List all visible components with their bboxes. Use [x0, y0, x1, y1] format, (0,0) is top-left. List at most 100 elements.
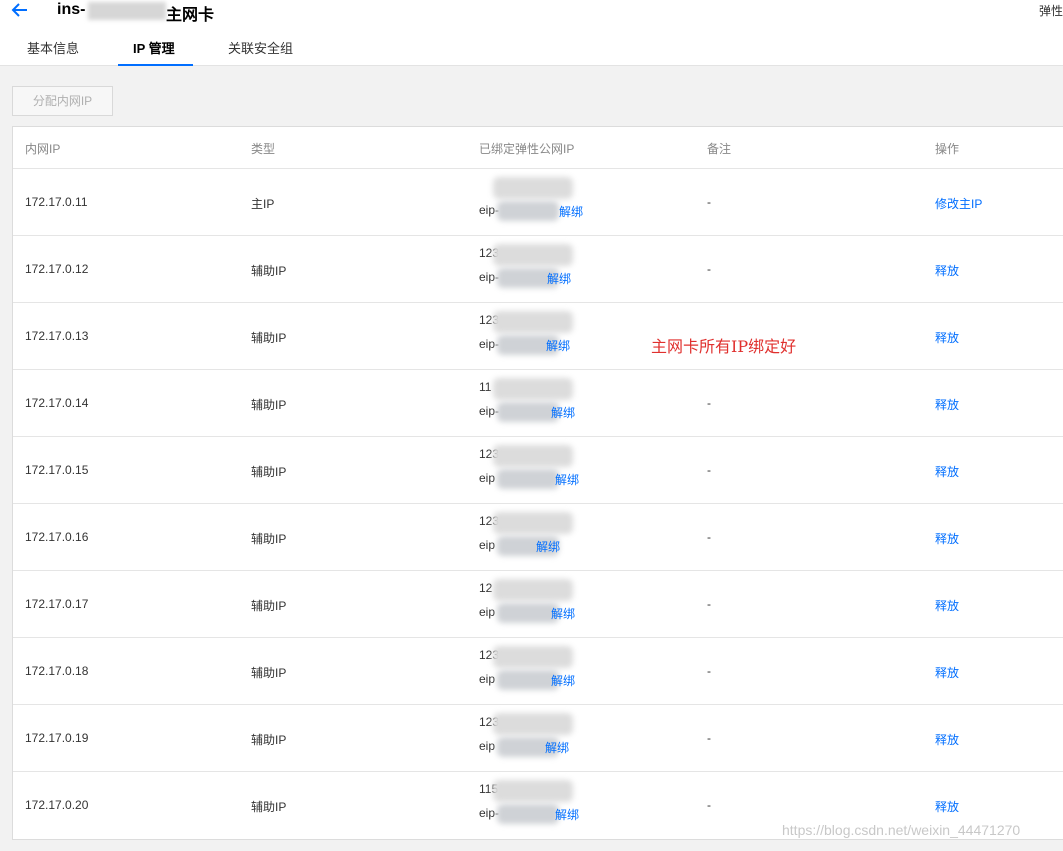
- note: -: [707, 463, 711, 477]
- ip-type: 辅助IP: [251, 733, 287, 747]
- header-action: 操作: [935, 142, 960, 156]
- ip-type: 辅助IP: [251, 532, 287, 546]
- note: -: [707, 597, 711, 611]
- page-title-suffix: 主网卡: [166, 7, 215, 24]
- ip-type: 辅助IP: [251, 666, 287, 680]
- private-ip: 172.17.0.15: [25, 463, 89, 477]
- eip-id: eip-: [479, 270, 500, 284]
- modify-primary-ip-link[interactable]: 修改主IP: [935, 195, 982, 212]
- eip-id: eip: [479, 672, 496, 686]
- bound-eip-cell: 123 eip- 解绑: [479, 311, 609, 361]
- unbind-link[interactable]: 解绑: [547, 270, 571, 287]
- release-link[interactable]: 释放: [935, 530, 959, 547]
- private-ip: 172.17.0.17: [25, 597, 89, 611]
- release-link[interactable]: 释放: [935, 597, 959, 614]
- eip-redaction: [493, 244, 573, 266]
- back-arrow-icon[interactable]: [10, 2, 28, 18]
- bound-eip-cell: 123 eip 解绑: [479, 713, 609, 763]
- private-ip: 172.17.0.11: [25, 195, 88, 209]
- eip-id-redaction: [497, 469, 559, 489]
- table-row: 172.17.0.16 辅助IP 123 eip 解绑 - 释放: [13, 504, 1063, 571]
- table-row: 172.17.0.14 辅助IP 11 eip- 解绑 - 释放: [13, 370, 1063, 437]
- bound-eip-cell: 115 eip- 解绑: [479, 780, 609, 830]
- release-link[interactable]: 释放: [935, 262, 959, 279]
- eip-id: eip: [479, 605, 496, 619]
- note: -: [707, 396, 711, 410]
- unbind-link[interactable]: 解绑: [536, 538, 560, 555]
- unbind-link[interactable]: 解绑: [551, 404, 575, 421]
- private-ip: 172.17.0.20: [25, 798, 89, 812]
- eip-id-redaction: [497, 670, 559, 690]
- eip-id: eip: [479, 538, 496, 552]
- table-row: 172.17.0.19 辅助IP 123 eip 解绑 - 释放: [13, 705, 1063, 772]
- eip-redaction: [493, 579, 573, 601]
- table-row: 172.17.0.12 辅助IP 123 eip- 解绑 - 释放: [13, 236, 1063, 303]
- note: -: [707, 530, 711, 544]
- eip-redaction: [493, 780, 573, 802]
- release-link[interactable]: 释放: [935, 329, 959, 346]
- eip-id-redaction: [497, 402, 559, 422]
- note: -: [707, 195, 711, 209]
- ip-type: 辅助IP: [251, 465, 287, 479]
- eip-address: 11: [479, 380, 492, 394]
- eip-id: eip: [479, 471, 496, 485]
- tab-security-group[interactable]: 关联安全组: [228, 40, 293, 66]
- private-ip: 172.17.0.19: [25, 731, 89, 745]
- private-ip: 172.17.0.18: [25, 664, 89, 678]
- table-header: 内网IP 类型 已绑定弹性公网IP 备注 操作: [13, 127, 1063, 169]
- header-right-text: 弹性: [1038, 4, 1063, 18]
- eip-redaction: [493, 311, 573, 333]
- eip-id: eip-: [479, 806, 500, 820]
- unbind-link[interactable]: 解绑: [546, 337, 570, 354]
- header-note: 备注: [707, 142, 732, 156]
- unbind-link[interactable]: 解绑: [551, 605, 575, 622]
- release-link[interactable]: 释放: [935, 396, 959, 413]
- release-link[interactable]: 释放: [935, 463, 959, 480]
- watermark-url: https://blog.csdn.net/weixin_44471270: [782, 822, 1021, 838]
- eip-redaction: [493, 512, 573, 534]
- private-ip: 172.17.0.12: [25, 262, 89, 276]
- ip-type: 辅助IP: [251, 331, 287, 345]
- eip-id: eip-: [479, 404, 500, 418]
- table-row: 172.17.0.13 辅助IP 123 eip- 解绑 释放: [13, 303, 1063, 370]
- note: -: [707, 262, 711, 276]
- ip-type: 辅助IP: [251, 264, 287, 278]
- unbind-link[interactable]: 解绑: [545, 739, 569, 756]
- unbind-link[interactable]: 解绑: [555, 806, 579, 823]
- eip-id-redaction: [497, 603, 559, 623]
- unbind-link[interactable]: 解绑: [555, 471, 579, 488]
- allocate-private-ip-button[interactable]: 分配内网IP: [12, 86, 113, 116]
- bound-eip-cell: 12 eip 解绑: [479, 579, 609, 629]
- eip-redaction: [493, 177, 573, 199]
- header-type: 类型: [251, 142, 276, 156]
- page-header: ins- 主网卡 弹性 基本信息 IP 管理 关联安全组: [0, 0, 1063, 66]
- table-row: 172.17.0.15 辅助IP 123 eip 解绑 - 释放: [13, 437, 1063, 504]
- red-annotation: 主网卡所有IP绑定好: [651, 337, 797, 356]
- release-link[interactable]: 释放: [935, 798, 959, 815]
- bound-eip-cell: eip- 解绑: [479, 177, 609, 227]
- release-link[interactable]: 释放: [935, 664, 959, 681]
- eip-address: 12: [479, 581, 493, 595]
- ip-table: 内网IP 类型 已绑定弹性公网IP 备注 操作 172.17.0.11 主IP ei…: [12, 126, 1063, 840]
- eip-id: eip-: [479, 203, 500, 217]
- ip-type: 辅助IP: [251, 398, 287, 412]
- ip-type: 辅助IP: [251, 599, 287, 613]
- title-redaction: [88, 2, 166, 20]
- unbind-link[interactable]: 解绑: [551, 672, 575, 689]
- eip-redaction: [493, 646, 573, 668]
- note: -: [707, 664, 711, 678]
- eip-redaction: [493, 713, 573, 735]
- table-row: 172.17.0.17 辅助IP 12 eip 解绑 - 释放: [13, 571, 1063, 638]
- tab-ip-management[interactable]: IP 管理: [118, 40, 193, 66]
- eip-id-redaction: [497, 201, 559, 221]
- private-ip: 172.17.0.13: [25, 329, 89, 343]
- eip-id-redaction: [497, 804, 559, 824]
- ip-type: 主IP: [251, 197, 275, 211]
- tab-basic-info[interactable]: 基本信息: [27, 40, 79, 66]
- release-link[interactable]: 释放: [935, 731, 959, 748]
- private-ip: 172.17.0.14: [25, 396, 89, 410]
- unbind-link[interactable]: 解绑: [559, 203, 583, 220]
- eip-redaction: [493, 378, 573, 400]
- table-row: 172.17.0.11 主IP eip- 解绑 - 修改主IP: [13, 169, 1063, 236]
- header-bound-eip: 已绑定弹性公网IP: [479, 142, 575, 156]
